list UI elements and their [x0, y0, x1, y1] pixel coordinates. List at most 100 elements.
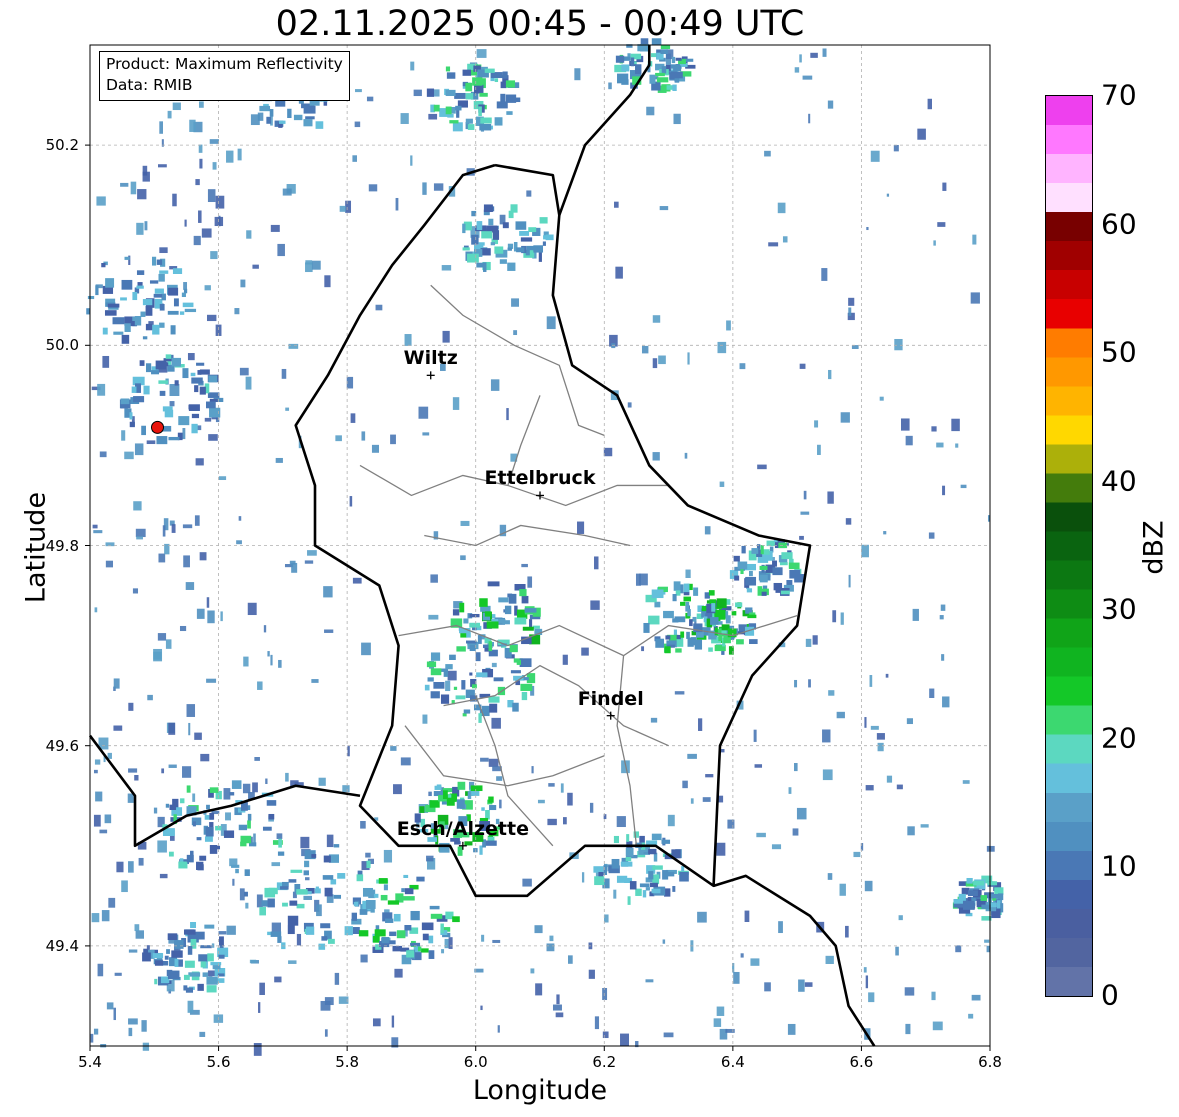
radar-echo: [505, 80, 516, 88]
colorbar-tick-label: 60: [1101, 207, 1137, 241]
radar-echo: [159, 873, 168, 879]
radar-echo: [931, 426, 937, 432]
radar-echo: [759, 574, 768, 583]
radar-echo: [666, 872, 675, 877]
radar-echo: [494, 117, 503, 126]
radar-echo: [848, 307, 852, 316]
radar-echo: [512, 702, 519, 712]
radar-echo: [201, 228, 212, 238]
radar-echo: [208, 375, 218, 383]
radar-echo: [174, 940, 184, 949]
radar-echo: [419, 806, 425, 813]
radar-echo: [389, 931, 397, 937]
radar-echo: [262, 826, 272, 831]
radar-echo: [449, 120, 459, 124]
radar-echo: [625, 847, 634, 857]
radar-echo: [480, 757, 489, 762]
radar-echo: [383, 884, 388, 891]
radar-echo: [488, 696, 500, 703]
radar-echo: [931, 991, 936, 1001]
radar-echo: [652, 358, 658, 369]
radar-echo: [672, 618, 679, 623]
radar-echo: [270, 931, 282, 937]
radar-echo: [130, 181, 137, 195]
radar-echo: [167, 970, 180, 980]
x-tick-label: 6.4: [720, 1053, 745, 1071]
radar-echo: [153, 807, 158, 814]
radar-echo: [138, 857, 144, 866]
radar-echo: [933, 240, 936, 246]
radar-echo: [378, 878, 388, 884]
radar-echo: [245, 902, 249, 909]
radar-echo: [93, 1028, 99, 1035]
radar-echo: [672, 886, 676, 892]
radar-echo: [490, 72, 503, 79]
radar-echo: [740, 953, 744, 958]
radar-echo: [390, 434, 396, 445]
x-tick-label: 6.2: [592, 1053, 617, 1071]
radar-echo: [521, 595, 529, 604]
radar-echo: [986, 945, 990, 953]
radar-echo: [527, 576, 533, 588]
radar-echo: [519, 589, 527, 597]
radar-echo: [155, 360, 167, 370]
radar-echo: [183, 929, 196, 935]
radar-echo: [210, 251, 218, 260]
radar-echo: [496, 776, 503, 781]
radar-echo: [426, 88, 435, 97]
radar-echo: [698, 718, 703, 731]
radar-echo: [159, 121, 163, 134]
radar-echo: [237, 148, 242, 161]
radar-echo: [659, 206, 669, 211]
radar-echo: [626, 834, 630, 842]
radar-echo: [178, 416, 190, 426]
radar-echo: [663, 610, 674, 619]
radar-echo: [662, 939, 666, 944]
radar-echo: [467, 253, 479, 263]
radar-echo: [359, 909, 368, 915]
radar-echo: [198, 101, 204, 108]
radar-echo: [504, 605, 512, 615]
radar-echo: [287, 108, 292, 119]
radar-echo: [266, 800, 277, 806]
radar-echo: [236, 540, 242, 545]
radar-echo: [689, 619, 693, 627]
radar-echo: [876, 733, 885, 740]
radar-echo: [687, 637, 694, 647]
radar-echo: [120, 297, 127, 301]
radar-echo: [136, 270, 145, 275]
radar-echo: [206, 804, 210, 810]
radar-echo: [129, 412, 133, 420]
radar-echo: [929, 688, 935, 698]
radar-echo: [800, 511, 810, 515]
info-box: Product: Maximum Reflectivity Data: RMIB: [99, 51, 350, 101]
radar-echo: [199, 1031, 206, 1037]
radar-map: [85, 38, 1004, 1056]
radar-echo: [105, 560, 114, 568]
radar-echo: [507, 262, 516, 271]
radar-echo: [927, 98, 932, 110]
radar-echo: [447, 670, 457, 681]
radar-echo: [714, 627, 718, 636]
radar-echo: [548, 783, 555, 787]
radar-echo: [104, 814, 112, 824]
radar-echo: [196, 837, 202, 841]
radar-echo: [514, 617, 527, 625]
radar-echo: [133, 501, 142, 511]
radar-echo: [277, 243, 285, 257]
radar-echo: [652, 865, 663, 870]
radar-echo: [207, 953, 214, 962]
radar-echo: [940, 604, 946, 611]
radar-echo: [99, 829, 108, 834]
chart-title: 02.11.2025 00:45 - 00:49 UTC: [275, 4, 805, 44]
radar-echo: [537, 799, 545, 804]
radar-echo: [289, 900, 298, 906]
radar-echo: [194, 515, 200, 526]
radar-echo: [433, 682, 445, 689]
radar-echo: [282, 188, 292, 196]
radar-echo: [560, 783, 564, 793]
radar-echo: [462, 69, 472, 76]
radar-echo: [121, 334, 130, 344]
radar-echo: [615, 55, 625, 63]
radar-echo: [433, 104, 440, 112]
